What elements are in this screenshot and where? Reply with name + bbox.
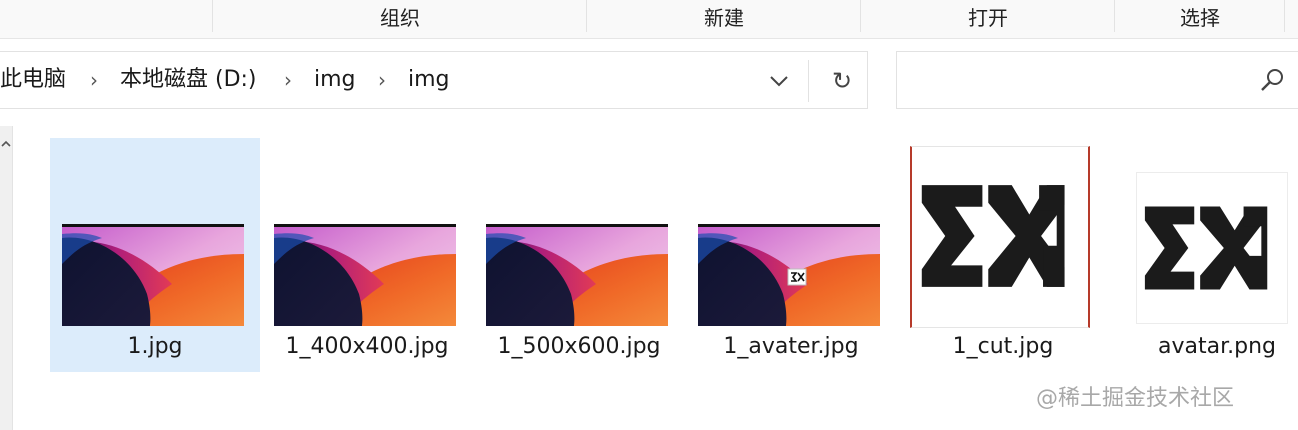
file-thumbnail: [486, 224, 668, 326]
file-item-1-500x600-jpg[interactable]: 1_500x600.jpg: [474, 138, 684, 372]
breadcrumb-separator-icon[interactable]: ›: [378, 52, 386, 108]
file-name[interactable]: 1.jpg: [50, 334, 260, 359]
ribbon-select-label: 选择: [1180, 5, 1220, 30]
chevron-down-icon: [770, 76, 788, 87]
breadcrumb-this-pc[interactable]: 此电脑: [0, 52, 66, 108]
sxg-logo-icon: [921, 185, 1065, 287]
file-name[interactable]: 1_avater.jpg: [686, 334, 896, 359]
ribbon-organize-label: 组织: [380, 5, 420, 30]
breadcrumb-img-parent[interactable]: img: [314, 52, 356, 108]
search-icon[interactable]: [1257, 66, 1287, 96]
refresh-icon: ↻: [831, 67, 853, 95]
file-item-1-jpg[interactable]: 1.jpg: [50, 138, 260, 372]
address-divider: [808, 60, 809, 102]
ribbon-select[interactable]: 选择: [1114, 0, 1285, 32]
search-input[interactable]: [907, 62, 1241, 100]
file-item-1-cut-jpg[interactable]: 1_cut.jpg: [898, 138, 1108, 372]
file-thumbnail: [698, 224, 880, 326]
ribbon-new-label: 新建: [704, 5, 744, 30]
refresh-button[interactable]: ↻: [826, 64, 858, 98]
file-thumbnail: [1136, 172, 1288, 324]
ribbon-open-label: 打开: [968, 5, 1008, 30]
ribbon-new[interactable]: 新建: [586, 0, 861, 32]
watermark-text: @稀土掘金技术社区: [1036, 386, 1235, 411]
file-item-avatar-png[interactable]: avatar.png: [1112, 138, 1298, 372]
sxg-logo-icon: [1144, 206, 1268, 290]
ribbon-organize[interactable]: 组织: [212, 0, 587, 32]
ribbon-open[interactable]: 打开: [860, 0, 1115, 32]
file-thumbnail: [910, 146, 1090, 328]
search-box[interactable]: [896, 51, 1298, 109]
scroll-up-icon[interactable]: [0, 138, 12, 150]
breadcrumb-local-disk[interactable]: 本地磁盘 (D:): [120, 52, 257, 108]
file-thumbnail: [62, 224, 244, 326]
file-name[interactable]: 1_cut.jpg: [898, 334, 1108, 359]
file-item-1-400x400-jpg[interactable]: 1_400x400.jpg: [262, 138, 472, 372]
breadcrumb-separator-icon[interactable]: ›: [90, 52, 98, 108]
command-ribbon: 组织 新建 打开 选择: [0, 0, 1298, 39]
navigation-pane-scrollbar[interactable]: [0, 126, 13, 430]
breadcrumb-separator-icon[interactable]: ›: [284, 52, 292, 108]
address-history-dropdown[interactable]: [764, 66, 794, 96]
breadcrumb-img-current[interactable]: img: [408, 52, 450, 108]
ribbon-overflow: [1284, 0, 1298, 32]
file-item-1-avater-jpg[interactable]: 1_avater.jpg: [686, 138, 896, 372]
file-name[interactable]: 1_500x600.jpg: [474, 334, 684, 359]
file-thumbnail: [274, 224, 456, 326]
file-name[interactable]: 1_400x400.jpg: [262, 334, 472, 359]
address-bar[interactable]: 此电脑 › 本地磁盘 (D:) › img › img ↻: [0, 51, 868, 109]
file-name[interactable]: avatar.png: [1112, 334, 1298, 359]
